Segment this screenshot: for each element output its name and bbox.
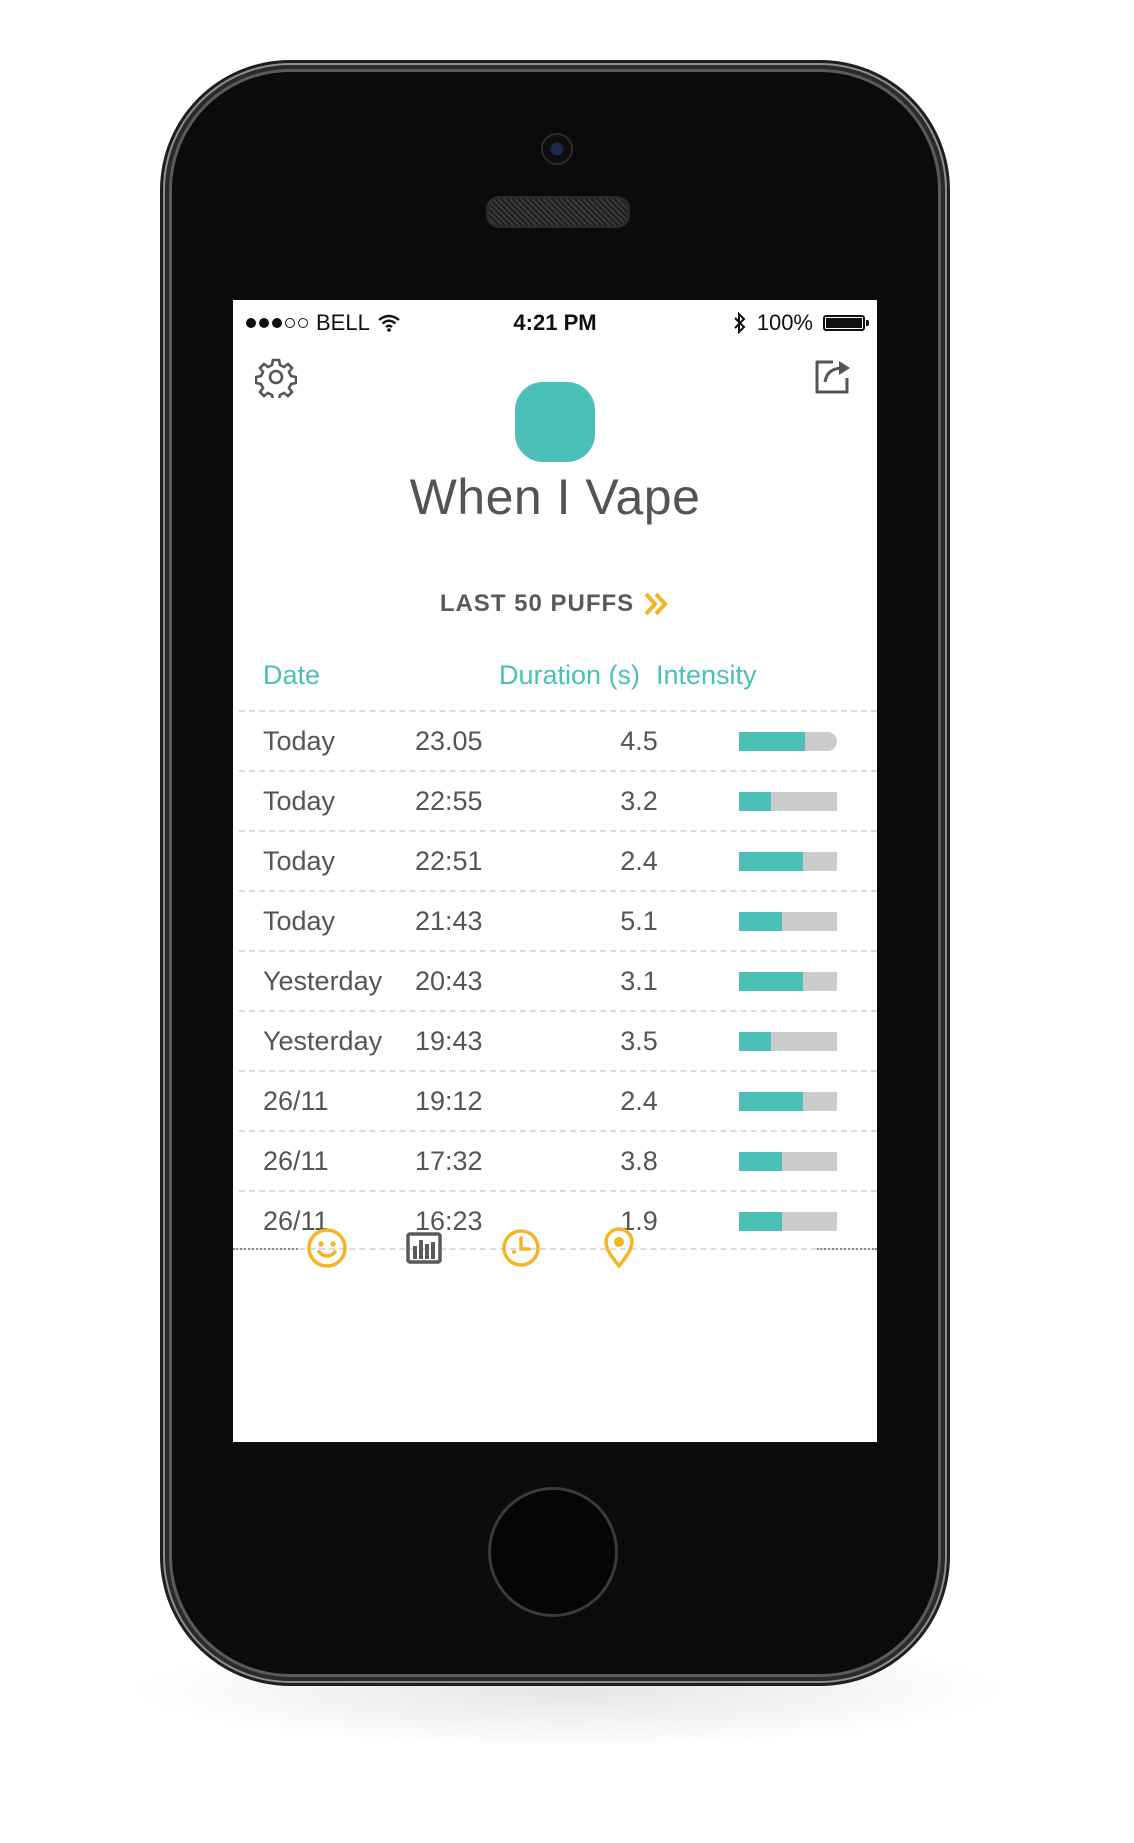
row-duration: 3.5 [620, 1026, 658, 1056]
earpiece-speaker [486, 196, 630, 228]
location-pin-icon[interactable] [593, 1222, 645, 1274]
row-date: Today [263, 846, 336, 876]
intensity-bar [739, 1092, 837, 1111]
intensity-bar-fill [739, 792, 772, 811]
row-time: 19:12 [415, 1086, 483, 1116]
app-logo [515, 382, 595, 462]
bluetooth-icon [734, 312, 746, 334]
row-duration: 3.2 [620, 786, 658, 816]
last-puffs-filter[interactable]: LAST 50 PUFFS [233, 590, 877, 618]
intensity-bar [739, 1032, 837, 1051]
row-date: Today [263, 786, 336, 816]
table-row[interactable]: Today 21:43 5.1 [239, 890, 877, 950]
row-duration: 3.8 [620, 1146, 658, 1176]
table-row[interactable]: Yesterday 20:43 3.1 [239, 950, 877, 1010]
intensity-bar [739, 732, 837, 751]
intensity-bar [739, 972, 837, 991]
share-export-icon[interactable] [811, 354, 855, 398]
page-title: When I Vape [409, 469, 701, 525]
row-duration: 5.1 [620, 906, 658, 936]
row-duration: 2.4 [620, 846, 658, 876]
nav-divider-left [233, 1248, 298, 1250]
row-duration: 4.5 [620, 726, 658, 756]
row-time: 17:32 [415, 1146, 483, 1176]
table-row[interactable]: 26/11 17:32 3.8 [239, 1130, 877, 1190]
row-time: 19:43 [415, 1026, 483, 1056]
battery-icon [823, 315, 869, 331]
row-date: Today [263, 726, 336, 756]
intensity-bar-fill [739, 972, 803, 991]
row-date: Yesterday [263, 966, 383, 996]
intensity-bar-fill [739, 852, 803, 871]
row-duration: 3.1 [620, 966, 658, 996]
double-chevron-right-icon [644, 592, 668, 616]
smiley-icon[interactable] [301, 1222, 353, 1274]
row-time: 21:43 [415, 906, 483, 936]
status-bar: BELL 4:21 PM 100% [233, 300, 877, 346]
intensity-bar [739, 912, 837, 931]
row-date: Today [263, 906, 336, 936]
row-time: 22:51 [415, 846, 483, 876]
intensity-bar-fill [739, 1032, 772, 1051]
clock-icon[interactable] [495, 1222, 547, 1274]
puff-table: Today 23.05 4.5 Today 22:55 3.2 Today 22:51 2.4 T… [239, 710, 877, 1250]
intensity-bar-fill [739, 1092, 803, 1111]
row-date: 26/11 [263, 1086, 329, 1116]
row-time: 22:55 [415, 786, 483, 816]
intensity-bar [739, 1152, 837, 1171]
battery-percent: 100% [756, 310, 813, 335]
row-date: Yesterday [263, 1026, 383, 1056]
bar-chart-icon[interactable] [398, 1222, 450, 1274]
row-date: 26/11 [263, 1146, 329, 1176]
table-row[interactable]: Yesterday 19:43 3.5 [239, 1010, 877, 1070]
home-button[interactable] [488, 1487, 618, 1617]
app-screen: BELL 4:21 PM 100% When I Vape LAST 50 PU… [233, 300, 877, 1442]
intensity-bar-fill [739, 912, 783, 931]
intensity-bar-fill [739, 1152, 783, 1171]
row-time: 23.05 [415, 726, 483, 756]
row-time: 20:43 [415, 966, 483, 996]
filter-label: LAST 50 PUFFS [439, 590, 635, 617]
intensity-bar [739, 792, 837, 811]
intensity-bar [739, 852, 837, 871]
table-row[interactable]: Today 22:51 2.4 [239, 830, 877, 890]
front-camera [541, 133, 573, 165]
bottom-navigation [233, 1218, 877, 1278]
intensity-column-header[interactable]: Intensity [656, 660, 757, 691]
table-row[interactable]: Today 22:55 3.2 [239, 770, 877, 830]
table-row[interactable]: 26/11 19:12 2.4 [239, 1070, 877, 1130]
settings-gear-icon[interactable] [255, 356, 297, 398]
row-duration: 2.4 [620, 1086, 658, 1116]
date-column-header[interactable]: Date [263, 660, 320, 691]
table-row[interactable]: Today 23.05 4.5 [239, 710, 877, 770]
nav-divider-right [817, 1248, 877, 1250]
intensity-bar-fill [739, 732, 805, 751]
duration-column-header[interactable]: Duration (s) [499, 660, 640, 691]
